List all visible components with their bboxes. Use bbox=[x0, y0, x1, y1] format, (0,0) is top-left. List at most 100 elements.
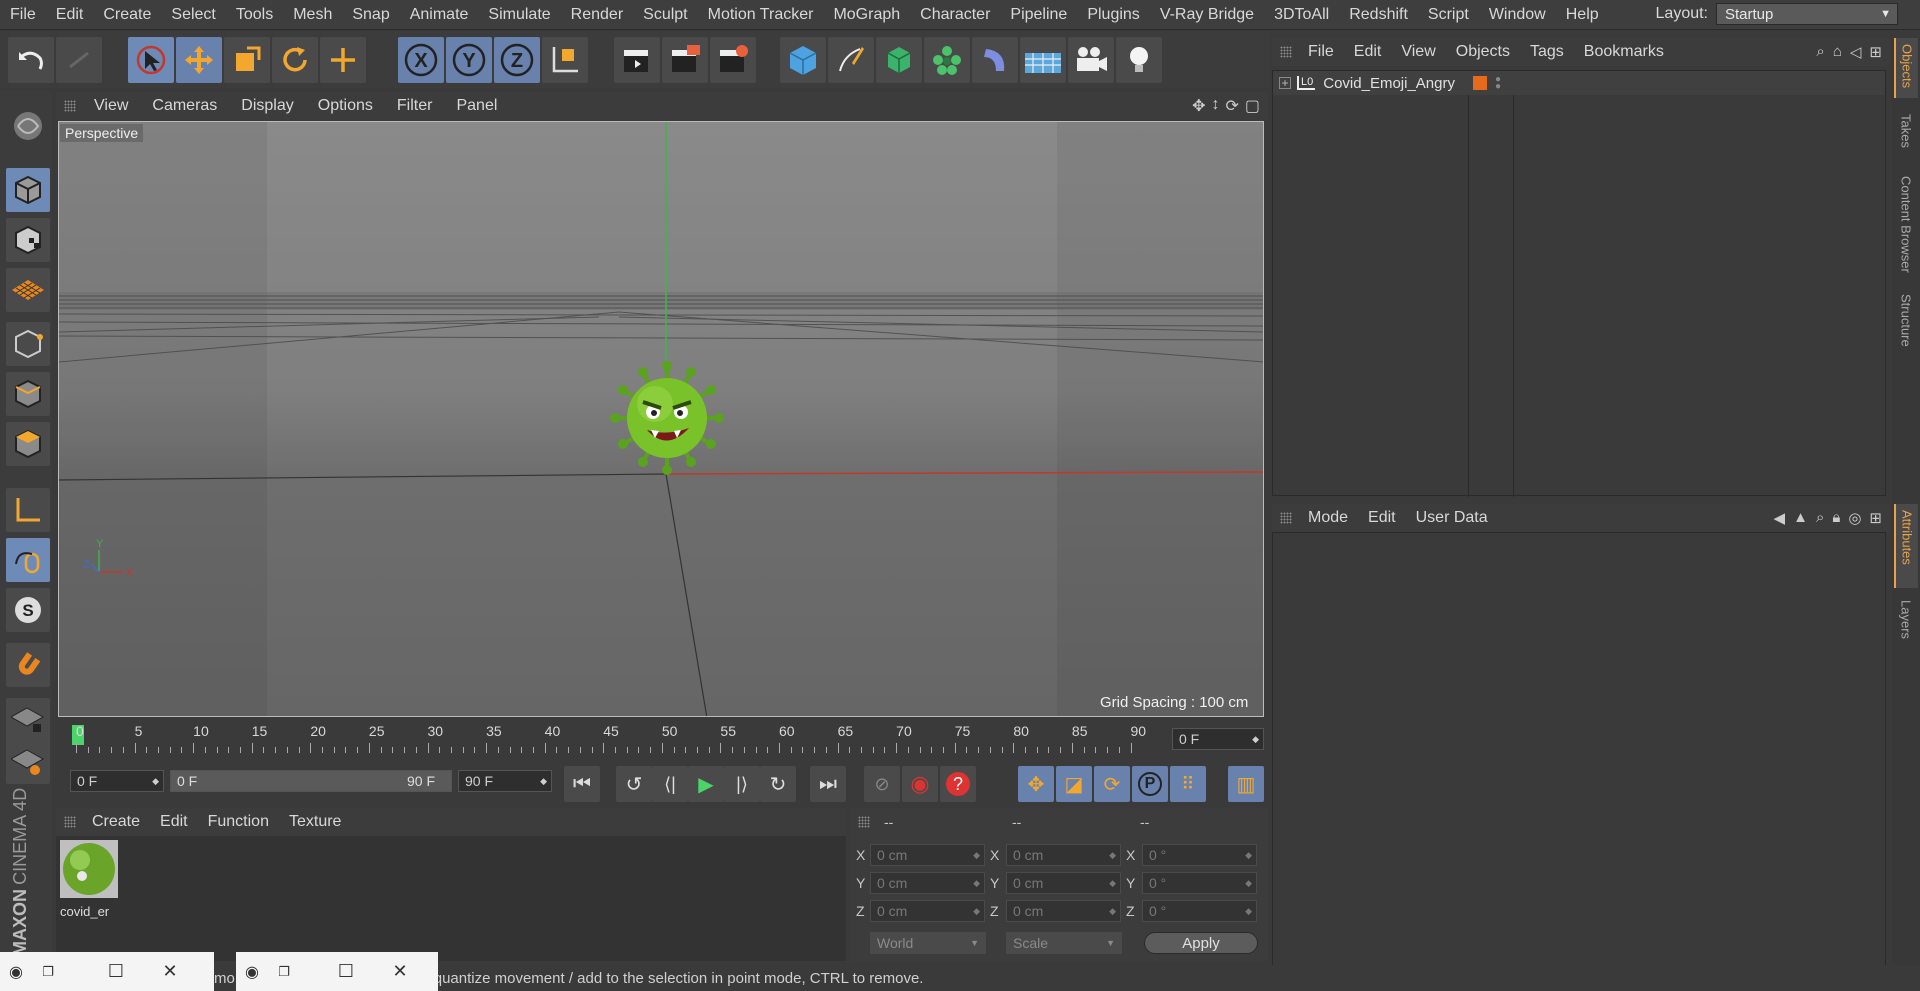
key-scale-button[interactable]: ◪ bbox=[1056, 766, 1092, 802]
menu-motion-tracker[interactable]: Motion Tracker bbox=[698, 6, 824, 24]
objects-menu-view[interactable]: View bbox=[1391, 43, 1445, 61]
restore-icon[interactable]: ❐ bbox=[32, 952, 64, 991]
menu-window[interactable]: Window bbox=[1479, 6, 1556, 24]
back-icon[interactable]: ◁ bbox=[1850, 43, 1862, 61]
menu-plugins[interactable]: Plugins bbox=[1077, 6, 1149, 24]
render-settings-button[interactable] bbox=[710, 37, 756, 83]
live-selection-button[interactable] bbox=[128, 37, 174, 83]
new-manager-icon[interactable]: ⊞ bbox=[1869, 43, 1882, 61]
target-icon[interactable]: ◎ bbox=[1848, 509, 1861, 527]
layer-color-tag[interactable] bbox=[1473, 76, 1487, 90]
start-frame-field[interactable]: 0 F ◆ bbox=[70, 770, 164, 792]
panel-grip-icon[interactable] bbox=[858, 816, 870, 828]
size-y-field[interactable]: 0 cm ◆ bbox=[1006, 872, 1121, 894]
expand-icon[interactable]: + bbox=[1279, 76, 1291, 90]
size-mode-dropdown[interactable]: Scale ▼ bbox=[1006, 932, 1122, 954]
minimized-window-1[interactable]: ◉ ❐ ☐ ✕ bbox=[0, 952, 214, 991]
viewport-menu-display[interactable]: Display bbox=[229, 97, 305, 115]
next-key-button[interactable]: ↻ bbox=[760, 766, 796, 802]
menu-character[interactable]: Character bbox=[910, 6, 1000, 24]
menu-tools[interactable]: Tools bbox=[226, 6, 283, 24]
go-to-end-button[interactable]: ⏭ bbox=[810, 766, 846, 802]
close-icon[interactable]: ✕ bbox=[384, 952, 416, 991]
rotation-p-field[interactable]: 0 ° ◆ bbox=[1142, 872, 1257, 894]
search-icon[interactable]: ⌕ bbox=[1816, 43, 1824, 61]
deformer-button[interactable] bbox=[972, 37, 1018, 83]
make-editable-button[interactable] bbox=[6, 104, 50, 148]
menu-render[interactable]: Render bbox=[561, 6, 633, 24]
object-name[interactable]: Covid_Emoji_Angry bbox=[1323, 75, 1455, 92]
coordinate-system-dropdown[interactable]: World ▼ bbox=[870, 932, 986, 954]
viewport-rotate-icon[interactable]: ⟳ bbox=[1225, 96, 1238, 116]
menu-3dtoall[interactable]: 3DToAll bbox=[1264, 6, 1339, 24]
workplane-snap-button[interactable] bbox=[6, 740, 50, 784]
key-rotation-button[interactable]: ⟳ bbox=[1094, 766, 1130, 802]
menu-vray-bridge[interactable]: V-Ray Bridge bbox=[1150, 6, 1264, 24]
mograph-cloner-button[interactable] bbox=[924, 37, 970, 83]
y-axis-lock-button[interactable]: Y bbox=[446, 37, 492, 83]
key-position-button[interactable]: ✥ bbox=[1018, 766, 1054, 802]
menu-file[interactable]: File bbox=[0, 6, 46, 24]
panel-grip-icon[interactable] bbox=[1280, 46, 1292, 58]
cube-primitive-button[interactable] bbox=[780, 37, 826, 83]
objects-menu-tags[interactable]: Tags bbox=[1520, 43, 1574, 61]
attributes-menu-edit[interactable]: Edit bbox=[1358, 509, 1406, 527]
material-menu-texture[interactable]: Texture bbox=[279, 813, 351, 831]
panel-grip-icon[interactable] bbox=[64, 816, 76, 828]
panel-grip-icon[interactable] bbox=[1280, 512, 1292, 524]
pen-spline-button[interactable] bbox=[828, 37, 874, 83]
recent-tool-button[interactable] bbox=[320, 37, 366, 83]
viewport-menu-options[interactable]: Options bbox=[306, 97, 385, 115]
menu-mesh[interactable]: Mesh bbox=[283, 6, 342, 24]
workplane-mode-button[interactable] bbox=[6, 268, 50, 312]
tab-objects[interactable]: Objects bbox=[1894, 38, 1918, 98]
tab-attributes[interactable]: Attributes bbox=[1894, 504, 1918, 588]
close-icon[interactable]: ✕ bbox=[154, 952, 186, 991]
snap-button[interactable] bbox=[6, 643, 50, 687]
floor-button[interactable] bbox=[1020, 37, 1066, 83]
apply-button[interactable]: Apply bbox=[1144, 932, 1258, 954]
redo-button[interactable] bbox=[56, 37, 102, 83]
menu-create[interactable]: Create bbox=[93, 6, 161, 24]
tab-takes[interactable]: Takes bbox=[1894, 108, 1918, 164]
object-row[interactable]: + L0 Covid_Emoji_Angry ● ● bbox=[1273, 71, 1885, 95]
menu-redshift[interactable]: Redshift bbox=[1339, 6, 1418, 24]
menu-edit[interactable]: Edit bbox=[46, 6, 94, 24]
restore-icon[interactable]: ❐ bbox=[268, 952, 300, 991]
new-manager-icon[interactable]: ⊞ bbox=[1869, 509, 1882, 527]
subdivision-button[interactable] bbox=[876, 37, 922, 83]
texture-mode-button[interactable] bbox=[6, 218, 50, 262]
material-menu-function[interactable]: Function bbox=[198, 813, 279, 831]
coordinate-system-button[interactable] bbox=[542, 37, 588, 83]
maximize-icon[interactable]: ☐ bbox=[330, 952, 362, 991]
viewport-zoom-icon[interactable]: ↕ bbox=[1211, 96, 1219, 116]
layout-dropdown[interactable]: Startup ▼ bbox=[1716, 3, 1898, 25]
material-menu-edit[interactable]: Edit bbox=[150, 813, 198, 831]
menu-sculpt[interactable]: Sculpt bbox=[633, 6, 697, 24]
rotate-tool-button[interactable] bbox=[272, 37, 318, 83]
light-button[interactable] bbox=[1116, 37, 1162, 83]
tab-content-browser[interactable]: Content Browser bbox=[1894, 170, 1918, 282]
lock-icon[interactable]: 🔒︎ bbox=[1832, 509, 1840, 527]
scale-tool-button[interactable] bbox=[224, 37, 270, 83]
viewport-pan-icon[interactable]: ✥ bbox=[1192, 96, 1205, 116]
back-arrow-icon[interactable]: ◀ bbox=[1774, 509, 1786, 527]
point-mode-button[interactable] bbox=[6, 322, 50, 366]
polygon-mode-button[interactable] bbox=[6, 422, 50, 466]
timeline-window-button[interactable]: ▥ bbox=[1228, 766, 1264, 802]
frame-range-slider[interactable]: 0 F 90 F bbox=[170, 770, 452, 792]
viewport-menu-cameras[interactable]: Cameras bbox=[140, 97, 229, 115]
attributes-menu-mode[interactable]: Mode bbox=[1298, 509, 1358, 527]
current-frame-field[interactable]: 0 F ◆ bbox=[1172, 728, 1264, 750]
objects-menu-bookmarks[interactable]: Bookmarks bbox=[1574, 43, 1674, 61]
key-parameter-button[interactable]: P bbox=[1132, 766, 1168, 802]
go-to-start-button[interactable]: ⏮ bbox=[564, 766, 600, 802]
viewport-toggle-icon[interactable]: ▢ bbox=[1245, 96, 1260, 116]
menu-simulate[interactable]: Simulate bbox=[478, 6, 560, 24]
position-z-field[interactable]: 0 cm ◆ bbox=[870, 900, 985, 922]
render-view-button[interactable] bbox=[614, 37, 660, 83]
menu-snap[interactable]: Snap bbox=[342, 6, 399, 24]
undo-button[interactable] bbox=[8, 37, 54, 83]
minimized-window-2[interactable]: ◉ ❐ ☐ ✕ bbox=[236, 952, 438, 991]
previous-key-button[interactable]: ↺ bbox=[616, 766, 652, 802]
